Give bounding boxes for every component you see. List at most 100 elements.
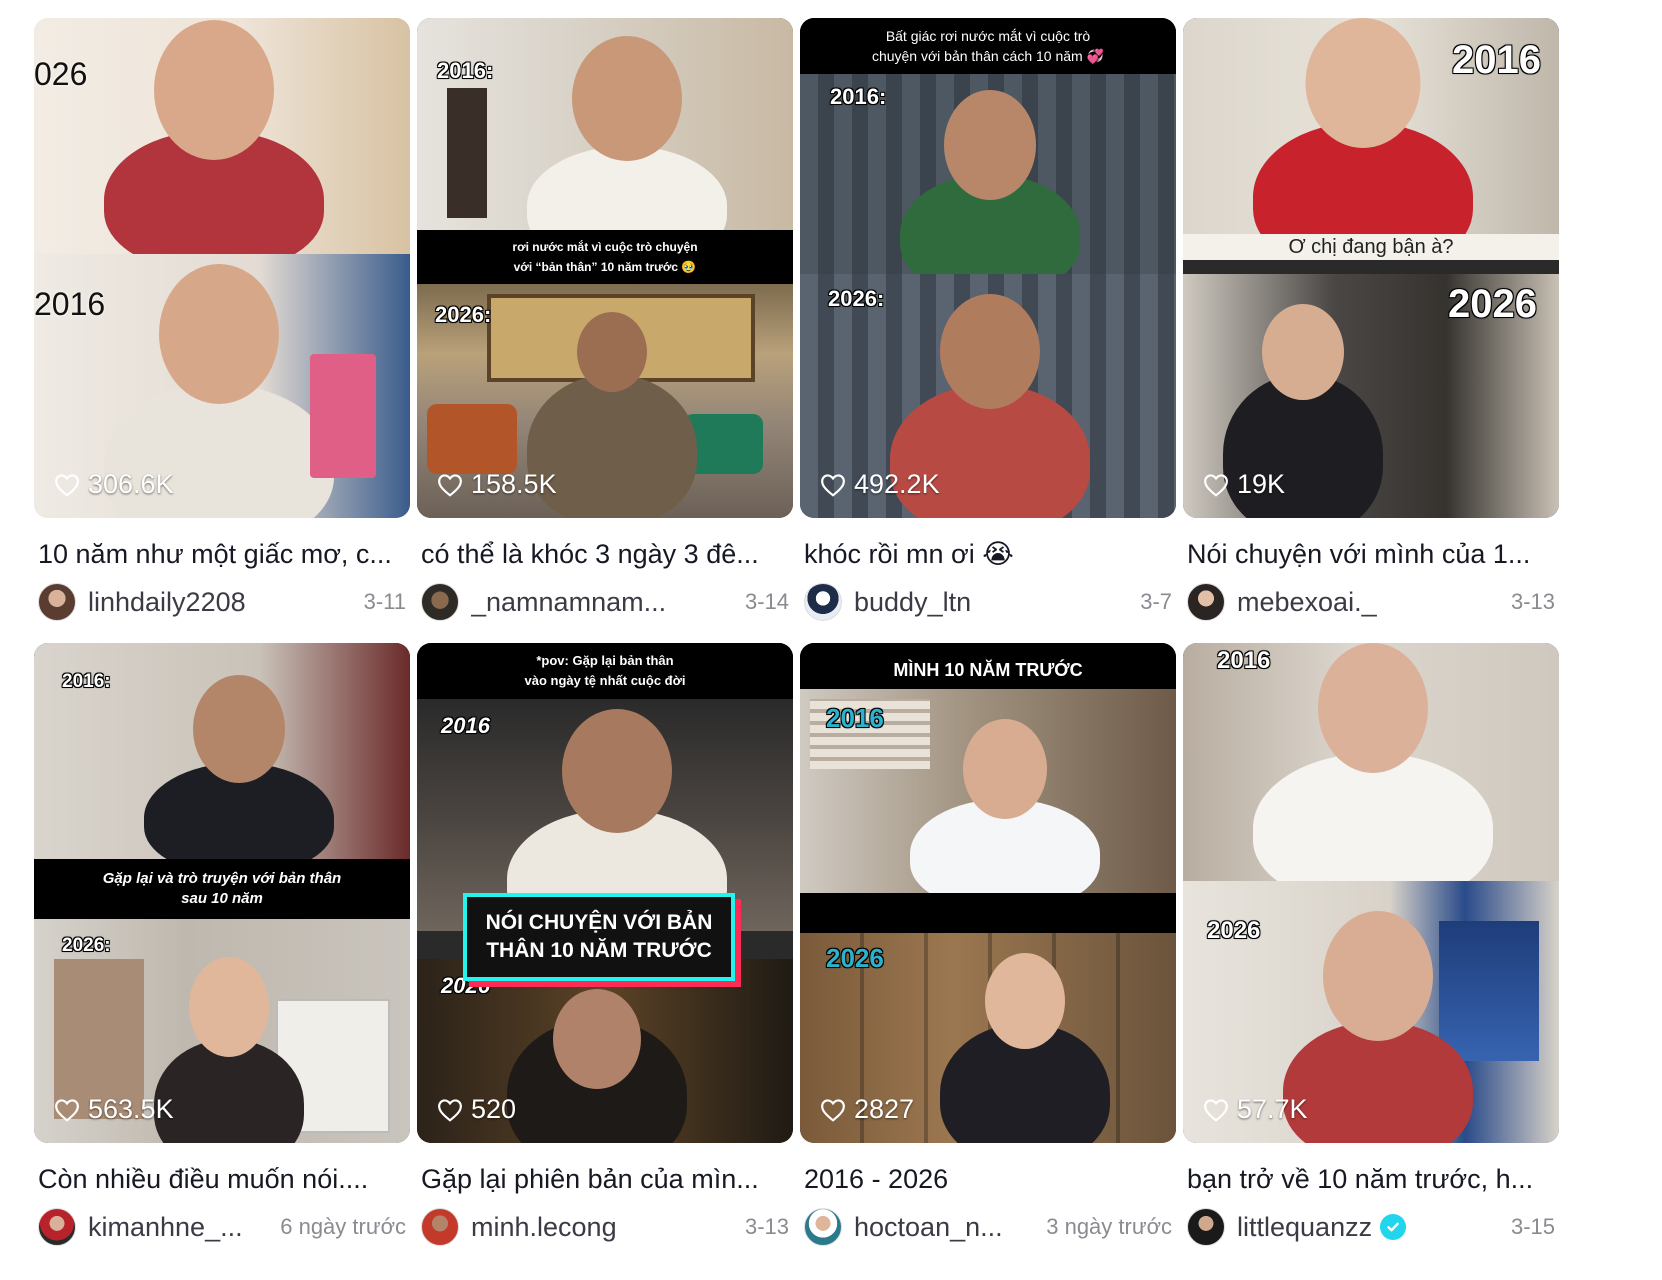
video-caption[interactable]: Còn nhiều điều muốn nói.... (34, 1161, 410, 1197)
post-date: 3-15 (1510, 1214, 1555, 1239)
video-card[interactable]: MÌNH 10 NĂM TRƯỚC 2016 2026 2827 2016 - … (800, 643, 1176, 1247)
year-label-top: 2016: (62, 671, 111, 692)
author-avatar[interactable] (38, 583, 76, 621)
thumbnail-top-panel (34, 18, 410, 254)
heart-outline-icon (821, 1098, 845, 1122)
headline-box: NÓI CHUYỆN VỚI BẢN THÂN 10 NĂM TRƯỚC (463, 893, 735, 981)
video-card[interactable]: Ơ chị đang bận à? 2016 2026 19K Nói chuy… (1183, 18, 1559, 622)
like-count: 158.5K (437, 469, 557, 500)
like-count: 306.6K (54, 469, 174, 500)
thumbnail-top-panel (1183, 643, 1559, 881)
year-label-bottom: 2026 (826, 943, 884, 973)
video-card[interactable]: Bất giác rơi nước mắt vì cuộc trò chuyện… (800, 18, 1176, 622)
author-avatar[interactable] (38, 1208, 76, 1246)
video-caption[interactable]: có thể là khóc 3 ngày 3 đê... (417, 536, 793, 572)
author-name[interactable]: littlequanzz (1237, 1212, 1501, 1243)
video-subtitle: Ơ chị đang bận à? (1183, 234, 1559, 260)
post-date: 3-13 (744, 1214, 789, 1239)
heart-outline-icon (821, 473, 845, 497)
like-count-text: 158.5K (471, 469, 557, 499)
video-thumbnail[interactable]: Gặp lại và trò truyện với bản thân sau 1… (34, 643, 410, 1143)
heart-outline-icon (438, 473, 462, 497)
video-thumbnail[interactable]: MÌNH 10 NĂM TRƯỚC 2016 2026 2827 (800, 643, 1176, 1143)
video-caption[interactable]: 2016 - 2026 (800, 1161, 1176, 1197)
video-caption[interactable]: khóc rồi mn ơi 😭 (800, 536, 1176, 572)
video-meta: littlequanzz 3-15 (1183, 1207, 1559, 1247)
like-count-text: 306.6K (88, 469, 174, 499)
like-count-text: 57.7K (1237, 1094, 1308, 1124)
like-count-text: 520 (471, 1094, 517, 1124)
post-date: 3-7 (1140, 589, 1172, 614)
video-meta: linhdaily2208 3-11 (34, 582, 410, 622)
year-label-bottom: 2026: (828, 286, 885, 311)
heart-outline-icon (438, 1098, 462, 1122)
video-caption[interactable]: Gặp lại phiên bản của mìn... (417, 1161, 793, 1197)
thumbnail-top-panel (417, 18, 793, 230)
video-thumbnail[interactable]: 2016 2026 57.7K (1183, 643, 1559, 1143)
author-avatar[interactable] (421, 1208, 459, 1246)
caption-band: rơi nước mắt vì cuộc trò chuyện với “bản… (417, 230, 793, 284)
separator-band (800, 893, 1176, 933)
video-thumbnail[interactable]: *pov: Gặp lại bản thân vào ngày tệ nhất … (417, 643, 793, 1143)
author-avatar[interactable] (1187, 1208, 1225, 1246)
like-count: 492.2K (820, 469, 940, 500)
caption-band: *pov: Gặp lại bản thân vào ngày tệ nhất … (417, 643, 793, 699)
year-label-top: 2016: (437, 58, 494, 83)
person-figure (104, 20, 324, 254)
video-caption[interactable]: bạn trở về 10 năm trước, h... (1183, 1161, 1559, 1197)
post-date: 3 ngày trước (1046, 1214, 1172, 1239)
author-name[interactable]: hoctoan_n... (854, 1212, 1036, 1243)
year-label-bottom: 2026: (435, 302, 492, 327)
like-count: 520 (437, 1094, 516, 1125)
author-name[interactable]: mebexoai._ (1237, 587, 1501, 618)
post-date: 3-14 (744, 589, 789, 614)
year-label-top: 2016 (1452, 38, 1541, 82)
heart-outline-icon (55, 1098, 79, 1122)
year-label-top: 2016: (830, 84, 887, 109)
like-count-text: 2827 (854, 1094, 915, 1124)
author-name[interactable]: linhdaily2208 (88, 587, 354, 618)
year-label-top: 026 (34, 56, 88, 92)
video-meta: kimanhne_... 6 ngày trước (34, 1207, 410, 1247)
author-avatar[interactable] (1187, 583, 1225, 621)
author-avatar[interactable] (804, 1208, 842, 1246)
author-name[interactable]: buddy_ltn (854, 587, 1130, 618)
year-label-top: 2016 (1217, 647, 1271, 674)
video-card[interactable]: 2016 2026 57.7K bạn trở về 10 năm trước,… (1183, 643, 1559, 1247)
video-thumbnail[interactable]: 026 2016 306.6K (34, 18, 410, 518)
video-thumbnail[interactable]: Bất giác rơi nước mắt vì cuộc trò chuyện… (800, 18, 1176, 518)
video-card[interactable]: rơi nước mắt vì cuộc trò chuyện với “bản… (417, 18, 793, 622)
video-caption[interactable]: 10 năm như một giấc mơ, c... (34, 536, 410, 572)
author-avatar[interactable] (421, 583, 459, 621)
video-meta: hoctoan_n... 3 ngày trước (800, 1207, 1176, 1247)
video-caption[interactable]: Nói chuyện với mình của 1... (1183, 536, 1559, 572)
video-thumbnail[interactable]: rơi nước mắt vì cuộc trò chuyện với “bản… (417, 18, 793, 518)
year-label-top: 2016 (441, 713, 490, 738)
heart-outline-icon (55, 473, 79, 497)
heart-outline-icon (1204, 1098, 1228, 1122)
heart-outline-icon (1204, 473, 1228, 497)
year-label-bottom: 2016 (34, 286, 106, 322)
like-count: 2827 (820, 1094, 914, 1125)
video-thumbnail[interactable]: Ơ chị đang bận à? 2016 2026 19K (1183, 18, 1559, 518)
post-date: 6 ngày trước (280, 1214, 406, 1239)
like-count: 19K (1203, 469, 1285, 500)
author-name[interactable]: _namnamnam... (471, 587, 735, 618)
caption-band: Bất giác rơi nước mắt vì cuộc trò chuyện… (800, 18, 1176, 74)
video-grid: 026 2016 306.6K 10 năm như một giấc mơ, … (0, 0, 1662, 1280)
video-card[interactable]: *pov: Gặp lại bản thân vào ngày tệ nhất … (417, 643, 793, 1247)
like-count: 57.7K (1203, 1094, 1308, 1125)
author-name[interactable]: minh.lecong (471, 1212, 735, 1243)
video-meta: minh.lecong 3-13 (417, 1207, 793, 1247)
video-meta: buddy_ltn 3-7 (800, 582, 1176, 622)
author-name[interactable]: kimanhne_... (88, 1212, 270, 1243)
like-count-text: 492.2K (854, 469, 940, 499)
caption-band: MÌNH 10 NĂM TRƯỚC (800, 643, 1176, 689)
video-card[interactable]: Gặp lại và trò truyện với bản thân sau 1… (34, 643, 410, 1247)
year-label-bottom: 2026 (1448, 282, 1537, 326)
video-card[interactable]: 026 2016 306.6K 10 năm như một giấc mơ, … (34, 18, 410, 622)
caption-band: Gặp lại và trò truyện với bản thân sau 1… (34, 859, 410, 919)
author-avatar[interactable] (804, 583, 842, 621)
post-date: 3-11 (363, 589, 406, 614)
year-label-top: 2016 (826, 703, 884, 733)
